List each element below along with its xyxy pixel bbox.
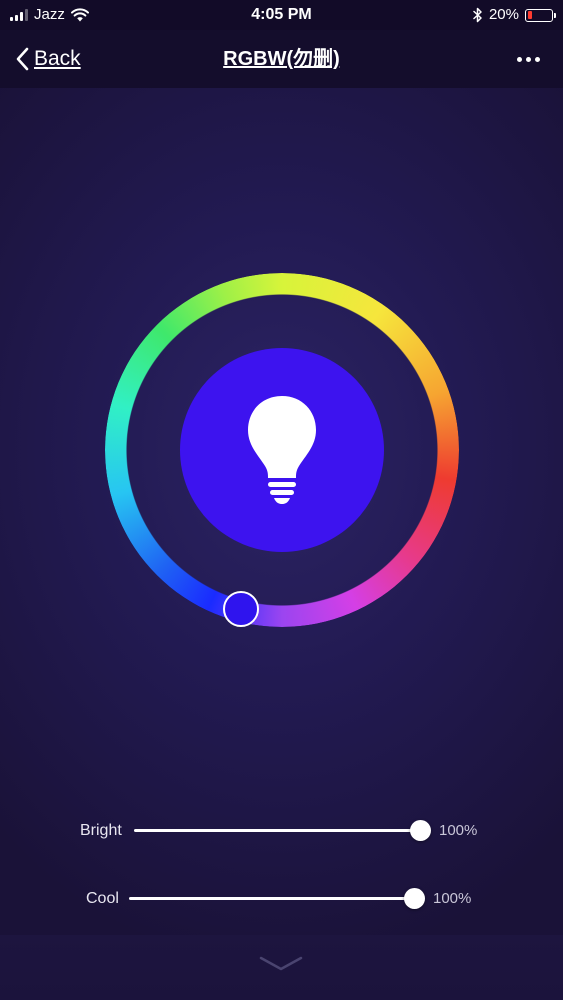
bright-slider-track[interactable] [134, 829, 422, 832]
more-icon-dot [516, 56, 522, 62]
status-right: 20% [473, 5, 556, 25]
color-wheel [100, 268, 464, 632]
cool-value: 100% [433, 890, 472, 907]
power-toggle[interactable] [180, 348, 384, 552]
cool-slider-thumb[interactable] [404, 888, 425, 909]
chevron-left-icon [16, 47, 29, 71]
cool-label: Cool [86, 890, 119, 907]
nav-bar: Back RGBW(勿删) [0, 30, 563, 88]
page-title: RGBW(勿删) [223, 48, 340, 70]
battery-percent: 20% [488, 6, 519, 23]
battery-level [527, 11, 532, 19]
battery-icon [525, 8, 556, 22]
color-picker-handle[interactable] [223, 591, 259, 627]
more-icon-dot [525, 56, 531, 62]
screen: Jazz 4:05 PM 20% Back RGBW(勿删) Bright 10… [0, 0, 563, 1000]
more-button[interactable] [511, 44, 545, 74]
bright-slider-thumb[interactable] [410, 820, 431, 841]
chevron-down-icon[interactable] [258, 955, 304, 973]
bright-value: 100% [439, 822, 478, 839]
more-icon-dot [534, 56, 540, 62]
back-label: Back [34, 47, 81, 70]
status-bar: Jazz 4:05 PM 20% [0, 0, 563, 30]
light-bulb-icon [248, 396, 316, 504]
back-button[interactable]: Back [16, 44, 81, 74]
cool-slider-track[interactable] [129, 897, 416, 900]
bluetooth-icon [473, 7, 482, 23]
bright-label: Bright [80, 822, 122, 839]
bright-slider-row: Bright 100% [0, 816, 563, 846]
cool-slider-row: Cool 100% [0, 884, 563, 914]
